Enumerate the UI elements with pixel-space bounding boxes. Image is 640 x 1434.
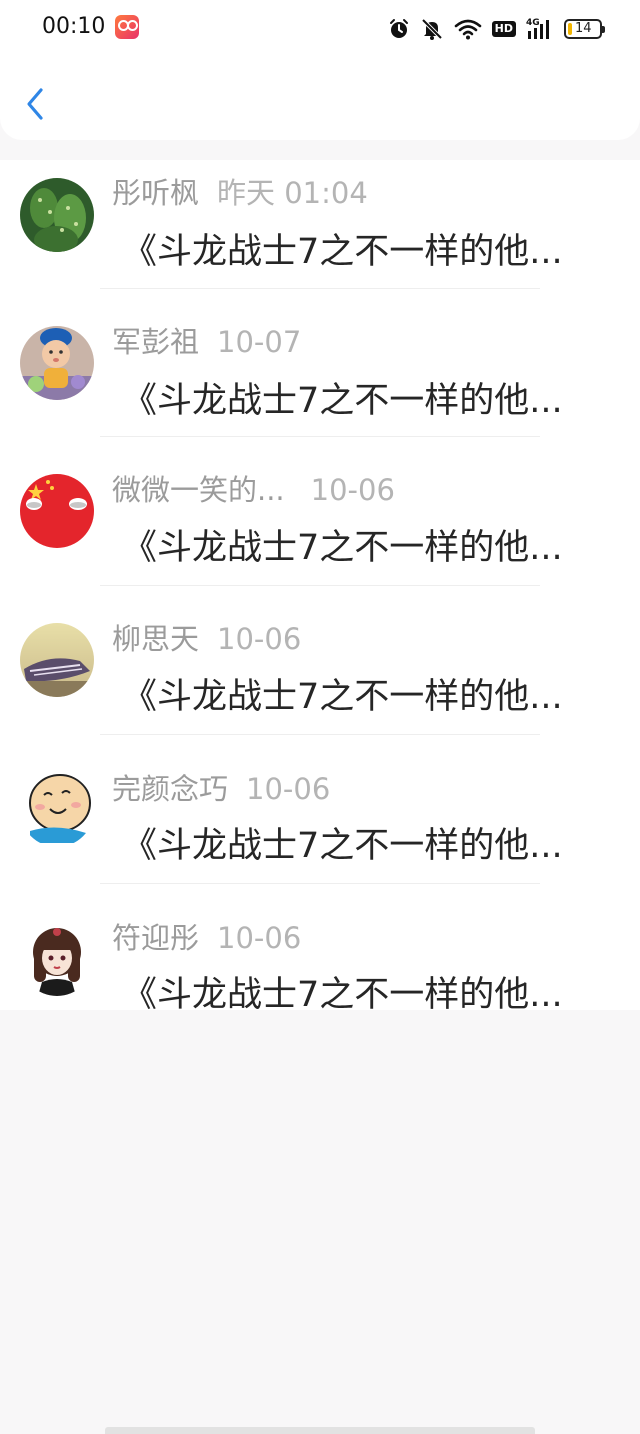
network-type-label: 4G	[526, 18, 540, 28]
sender-line: 完颜念巧 10-06	[112, 766, 330, 808]
sender-line: 柳思天 10-06	[112, 616, 301, 658]
avatar[interactable]	[20, 326, 94, 400]
sender-name: 彤听枫	[112, 176, 200, 210]
list-item[interactable]: 彤听枫 昨天 01:04 《斗龙战士7之不一样的他...	[0, 160, 640, 289]
message-preview: 《斗龙战士7之不一样的他...	[122, 528, 563, 568]
message-preview: 《斗龙战士7之不一样的他...	[122, 232, 563, 272]
message-preview: 《斗龙战士7之不一样的他...	[122, 826, 563, 866]
list-item[interactable]: 柳思天 10-06 《斗龙战士7之不一样的他...	[0, 586, 640, 735]
message-preview: 《斗龙战士7之不一样的他...	[122, 975, 563, 1015]
wifi-icon	[454, 19, 481, 40]
avatar[interactable]	[20, 178, 94, 252]
sender-name: 军彭祖	[112, 325, 200, 359]
top-bar: 00:10 HD 4G 14	[0, 0, 640, 140]
message-date: 10-06	[246, 772, 331, 806]
message-preview: 《斗龙战士7之不一样的他...	[122, 381, 563, 421]
chevron-left-icon	[27, 88, 43, 120]
home-indicator	[105, 1427, 535, 1434]
hd-badge: HD	[491, 21, 516, 37]
avatar[interactable]	[20, 922, 94, 996]
sender-name: 柳思天	[112, 622, 200, 656]
cactus-avatar-image	[20, 178, 94, 252]
battery-fill	[568, 23, 572, 35]
list-item[interactable]: 完颜念巧 10-06 《斗龙战士7之不一样的他...	[0, 735, 640, 884]
message-date: 昨天 01:04	[217, 176, 368, 210]
cartoon-man-avatar-image	[20, 773, 94, 847]
message-date: 10-06	[217, 622, 302, 656]
avatar[interactable]	[20, 623, 94, 697]
sender-line: 军彭祖 10-07	[112, 319, 301, 361]
status-icons: HD 4G 14	[388, 16, 605, 42]
back-button[interactable]	[18, 82, 52, 126]
message-date: 10-07	[217, 325, 302, 359]
cellular-signal-icon: 4G	[526, 18, 549, 39]
message-date: 10-06	[310, 473, 395, 507]
list-item[interactable]: 符迎彤 10-06 《斗龙战士7之不一样的他...	[0, 884, 640, 1015]
countryball-avatar-image	[20, 474, 94, 548]
avatar[interactable]	[20, 474, 94, 548]
sender-name: 微微一笑的...	[112, 473, 285, 507]
sender-name: 完颜念巧	[112, 772, 229, 806]
sender-line: 彤听枫 昨天 01:04	[112, 170, 368, 212]
avatar[interactable]	[20, 773, 94, 847]
message-date: 10-06	[217, 921, 302, 955]
sender-line: 符迎彤 10-06	[112, 915, 301, 957]
list-item[interactable]: 军彭祖 10-07 《斗龙战士7之不一样的他...	[0, 288, 640, 437]
anime-girl-avatar-image	[20, 922, 94, 996]
app-notification-icon	[115, 15, 139, 39]
sneakers-avatar-image	[20, 623, 94, 697]
status-bar: 00:10 HD 4G 14	[0, 0, 640, 58]
message-preview: 《斗龙战士7之不一样的他...	[122, 677, 563, 717]
sender-line: 微微一笑的... 10-06	[112, 467, 395, 509]
list-item[interactable]: 微微一笑的... 10-06 《斗龙战士7之不一样的他...	[0, 437, 640, 586]
sender-name: 符迎彤	[112, 921, 200, 955]
battery-icon: 14	[564, 19, 605, 39]
status-time: 00:10	[42, 14, 106, 39]
message-list: 彤听枫 昨天 01:04 《斗龙战士7之不一样的他... 军彭祖 10-07 《…	[0, 160, 640, 1015]
battery-level: 14	[575, 21, 592, 36]
screen: 00:10 HD 4G 14 彤听枫 昨天 01:04 《斗龙战士7之不一样的他…	[0, 0, 640, 1434]
mute-bell-icon	[421, 18, 443, 40]
child-photo-avatar-image	[20, 326, 94, 400]
alarm-icon	[389, 19, 408, 38]
